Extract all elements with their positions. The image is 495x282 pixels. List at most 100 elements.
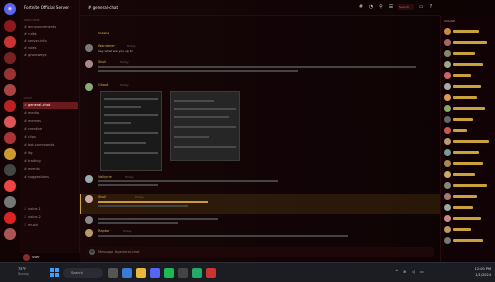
member-item[interactable] (444, 204, 495, 212)
channel-item[interactable]: # lfg (23, 150, 78, 157)
username[interactable]: Skull (98, 60, 106, 64)
server-icon[interactable] (4, 212, 16, 224)
channel-item[interactable]: # media (23, 110, 78, 117)
username[interactable]: Valkyrie (98, 175, 112, 179)
chevron-up-icon[interactable]: ^ (395, 269, 398, 274)
battery-icon[interactable]: ▭ (420, 269, 424, 274)
server-icon[interactable] (4, 148, 16, 160)
voice-channel-item[interactable]: ♪ music (23, 222, 78, 229)
help-icon[interactable]: ? (428, 4, 434, 10)
app-icon[interactable] (192, 268, 202, 278)
channel-item[interactable]: # memes (23, 118, 78, 125)
image-attachment[interactable] (170, 91, 240, 161)
member-item[interactable] (444, 83, 495, 91)
pin-icon[interactable]: ⚲ (378, 4, 384, 10)
weather-widget[interactable]: 75°F Sunny (18, 267, 29, 277)
server-icon[interactable] (4, 100, 16, 112)
avatar (444, 72, 451, 79)
channel-item[interactable]: # clips (23, 134, 78, 141)
member-item[interactable] (444, 215, 495, 223)
message-composer[interactable]: + Message #general-chat (86, 247, 434, 257)
server-icon[interactable] (4, 68, 16, 80)
channel-item[interactable]: # suggestions (23, 174, 78, 181)
member-item[interactable] (444, 138, 495, 146)
member-item[interactable] (444, 149, 495, 157)
server-icon[interactable] (4, 36, 16, 48)
username[interactable]: Wanderer (98, 44, 115, 48)
member-item[interactable] (444, 28, 495, 36)
spotify-icon[interactable] (164, 268, 174, 278)
threads-icon[interactable]: # (358, 4, 364, 10)
search-input[interactable]: Search (398, 4, 414, 10)
voice-channel-item[interactable]: ♪ voice-2 (23, 214, 78, 221)
member-item[interactable] (444, 39, 495, 47)
member-item[interactable] (444, 182, 495, 190)
member-item[interactable] (444, 226, 495, 234)
avatar[interactable] (85, 229, 93, 237)
discord-icon[interactable] (150, 268, 160, 278)
server-icon[interactable] (4, 164, 16, 176)
server-icon[interactable] (4, 196, 16, 208)
server-icon[interactable] (4, 180, 16, 192)
channel-item[interactable]: # creative (23, 126, 78, 133)
member-item[interactable] (444, 50, 495, 58)
add-attachment-icon[interactable]: + (89, 249, 95, 255)
channel-item[interactable]: # events (23, 166, 78, 173)
system-clock[interactable]: 12:00 PM 1/1/2024 (475, 266, 491, 278)
category-label[interactable]: Chat (24, 96, 74, 100)
server-icon[interactable] (4, 228, 16, 240)
username[interactable]: Skull (98, 195, 106, 199)
home-icon[interactable]: ◉ (4, 3, 16, 15)
member-item[interactable] (444, 61, 495, 69)
volume-icon[interactable]: ◁ (412, 269, 415, 274)
channel-item[interactable]: # announcements (23, 24, 78, 31)
category-label[interactable]: Welcome (24, 18, 74, 22)
avatar[interactable] (85, 195, 93, 203)
app-icon[interactable] (178, 268, 188, 278)
voice-channel-item[interactable]: ♪ voice-1 (23, 206, 78, 213)
avatar[interactable] (85, 175, 93, 183)
server-icon[interactable] (4, 116, 16, 128)
channel-item[interactable]: # giveaways (23, 52, 78, 59)
app-icon[interactable] (206, 268, 216, 278)
avatar[interactable] (85, 83, 93, 91)
inbox-icon[interactable]: ▭ (418, 4, 424, 10)
task-view-icon[interactable] (108, 268, 118, 278)
member-item[interactable] (444, 160, 495, 168)
member-item[interactable] (444, 127, 495, 135)
channel-item[interactable]: # roles (23, 45, 78, 52)
channel-item[interactable]: # server-info (23, 38, 78, 45)
username[interactable]: Ghost (98, 83, 108, 87)
channel-item[interactable]: # trading (23, 158, 78, 165)
username[interactable]: Raptor (98, 229, 110, 233)
members-icon[interactable]: ☰ (388, 4, 394, 10)
file-explorer-icon[interactable] (136, 268, 146, 278)
windows-start-icon[interactable] (50, 268, 60, 278)
channel-item-active[interactable]: # general-chat (23, 102, 78, 109)
member-item[interactable] (444, 72, 495, 80)
avatar[interactable] (85, 60, 93, 68)
member-item[interactable] (444, 171, 495, 179)
avatar[interactable] (85, 216, 93, 224)
wifi-icon[interactable]: ≋ (403, 269, 406, 274)
member-item[interactable] (444, 94, 495, 102)
member-name (453, 217, 481, 220)
server-icon[interactable] (4, 52, 16, 64)
server-icon[interactable] (4, 20, 16, 32)
member-item[interactable] (444, 116, 495, 124)
bell-icon[interactable]: ◔ (368, 4, 374, 10)
server-name[interactable]: Fortnite Official Server (24, 5, 78, 13)
avatar[interactable] (23, 254, 30, 261)
member-item[interactable] (444, 193, 495, 201)
edge-icon[interactable] (122, 268, 132, 278)
member-item[interactable] (444, 105, 495, 113)
channel-header: # general-chat # ◔ ⚲ ☰ Search ▭ ? (80, 0, 440, 16)
channel-item[interactable]: # rules (23, 31, 78, 38)
server-icon[interactable] (4, 132, 16, 144)
server-icon[interactable] (4, 84, 16, 96)
avatar[interactable] (85, 44, 93, 52)
image-attachment[interactable] (100, 91, 162, 171)
channel-item[interactable]: # bot-commands (23, 142, 78, 149)
taskbar-search[interactable]: Search (63, 268, 103, 278)
member-item[interactable] (444, 237, 495, 245)
